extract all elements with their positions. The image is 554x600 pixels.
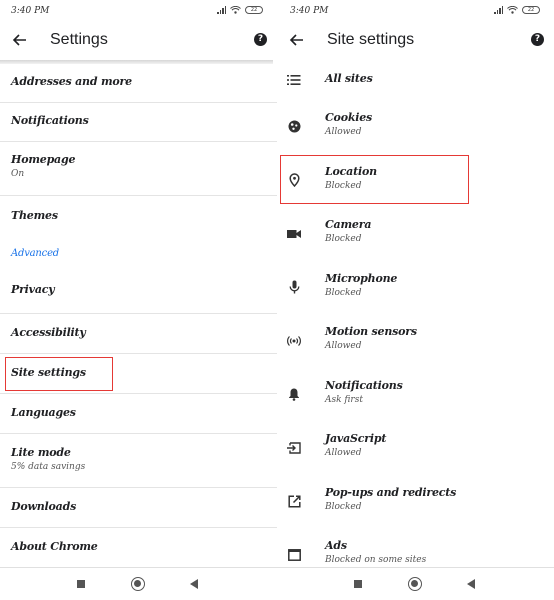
site-settings-list: All sites Cookies Allowed Location Block… (277, 60, 554, 582)
nav-bar (277, 567, 554, 600)
help-icon[interactable]: ? (254, 33, 267, 46)
site-setting-popups[interactable]: Pop-ups and redirects Blocked (277, 475, 554, 529)
site-setting-javascript[interactable]: JavaScript Allowed (277, 421, 554, 475)
settings-item-about-chrome[interactable]: About Chrome (0, 528, 277, 568)
settings-screen: 3:40 PM 22 Settings ? Addresses and more… (0, 0, 277, 600)
page-title: Settings (50, 31, 108, 48)
help-icon[interactable]: ? (531, 33, 544, 46)
open-in-new-icon (287, 494, 301, 508)
section-header-advanced: Advanced (11, 248, 59, 259)
site-setting-camera[interactable]: Camera Blocked (277, 207, 554, 261)
javascript-icon (287, 441, 301, 455)
settings-item-languages[interactable]: Languages (0, 394, 277, 434)
triangle-back-icon[interactable] (467, 579, 475, 589)
ads-window-icon (287, 548, 301, 562)
triangle-back-icon[interactable] (190, 579, 198, 589)
wifi-icon (507, 6, 518, 14)
settings-item-homepage[interactable]: Homepage On (0, 142, 277, 196)
back-button[interactable] (10, 30, 30, 50)
site-setting-microphone[interactable]: Microphone Blocked (277, 261, 554, 315)
arrow-left-icon (12, 34, 26, 46)
circle-icon[interactable] (131, 577, 145, 591)
site-settings-screen: 3:40 PM 22 Site settings ? All sites Coo… (277, 0, 554, 600)
status-bar: 3:40 PM 22 (0, 0, 277, 24)
list-icon (287, 73, 301, 87)
settings-item-themes[interactable]: Themes (0, 196, 277, 236)
nav-bar (0, 567, 277, 600)
settings-item-site-settings[interactable]: Site settings (0, 354, 277, 394)
square-icon[interactable] (77, 580, 85, 588)
settings-item-notifications[interactable]: Notifications (0, 103, 277, 142)
signal-icon (217, 6, 226, 14)
homepage-status: On (11, 169, 25, 179)
site-setting-location[interactable]: Location Blocked (277, 154, 554, 208)
location-pin-icon (287, 173, 301, 188)
battery-icon: 22 (522, 6, 540, 14)
page-title: Site settings (327, 31, 415, 48)
arrow-left-icon (289, 34, 303, 46)
status-bar: 3:40 PM 22 (277, 0, 554, 24)
motion-sensor-icon (287, 334, 301, 348)
back-button[interactable] (287, 30, 307, 50)
settings-item-downloads[interactable]: Downloads (0, 488, 277, 528)
videocam-icon (287, 227, 301, 241)
site-setting-all-sites[interactable]: All sites (277, 60, 554, 100)
app-bar: Site settings ? (277, 24, 554, 58)
site-setting-cookies[interactable]: Cookies Allowed (277, 100, 554, 154)
site-setting-motion-sensors[interactable]: Motion sensors Allowed (277, 314, 554, 368)
app-bar: Settings ? (0, 24, 277, 58)
wifi-icon (230, 6, 241, 14)
battery-icon: 22 (245, 6, 263, 14)
settings-item-lite-mode[interactable]: Lite mode 5% data savings (0, 434, 277, 488)
circle-icon[interactable] (408, 577, 422, 591)
microphone-icon (287, 280, 301, 294)
cookie-icon (287, 120, 301, 134)
settings-list: Addresses and more Notifications Homepag… (0, 64, 277, 568)
square-icon[interactable] (354, 580, 362, 588)
settings-item-accessibility[interactable]: Accessibility (0, 314, 277, 354)
lite-mode-status: 5% data savings (11, 462, 86, 472)
settings-item-privacy[interactable]: Privacy (0, 274, 277, 314)
settings-item-addresses[interactable]: Addresses and more (0, 64, 277, 103)
signal-icon (494, 6, 503, 14)
status-time: 3:40 PM (290, 6, 329, 16)
site-setting-notifications[interactable]: Notifications Ask first (277, 368, 554, 422)
bell-icon (287, 387, 301, 402)
status-time: 3:40 PM (11, 6, 50, 16)
